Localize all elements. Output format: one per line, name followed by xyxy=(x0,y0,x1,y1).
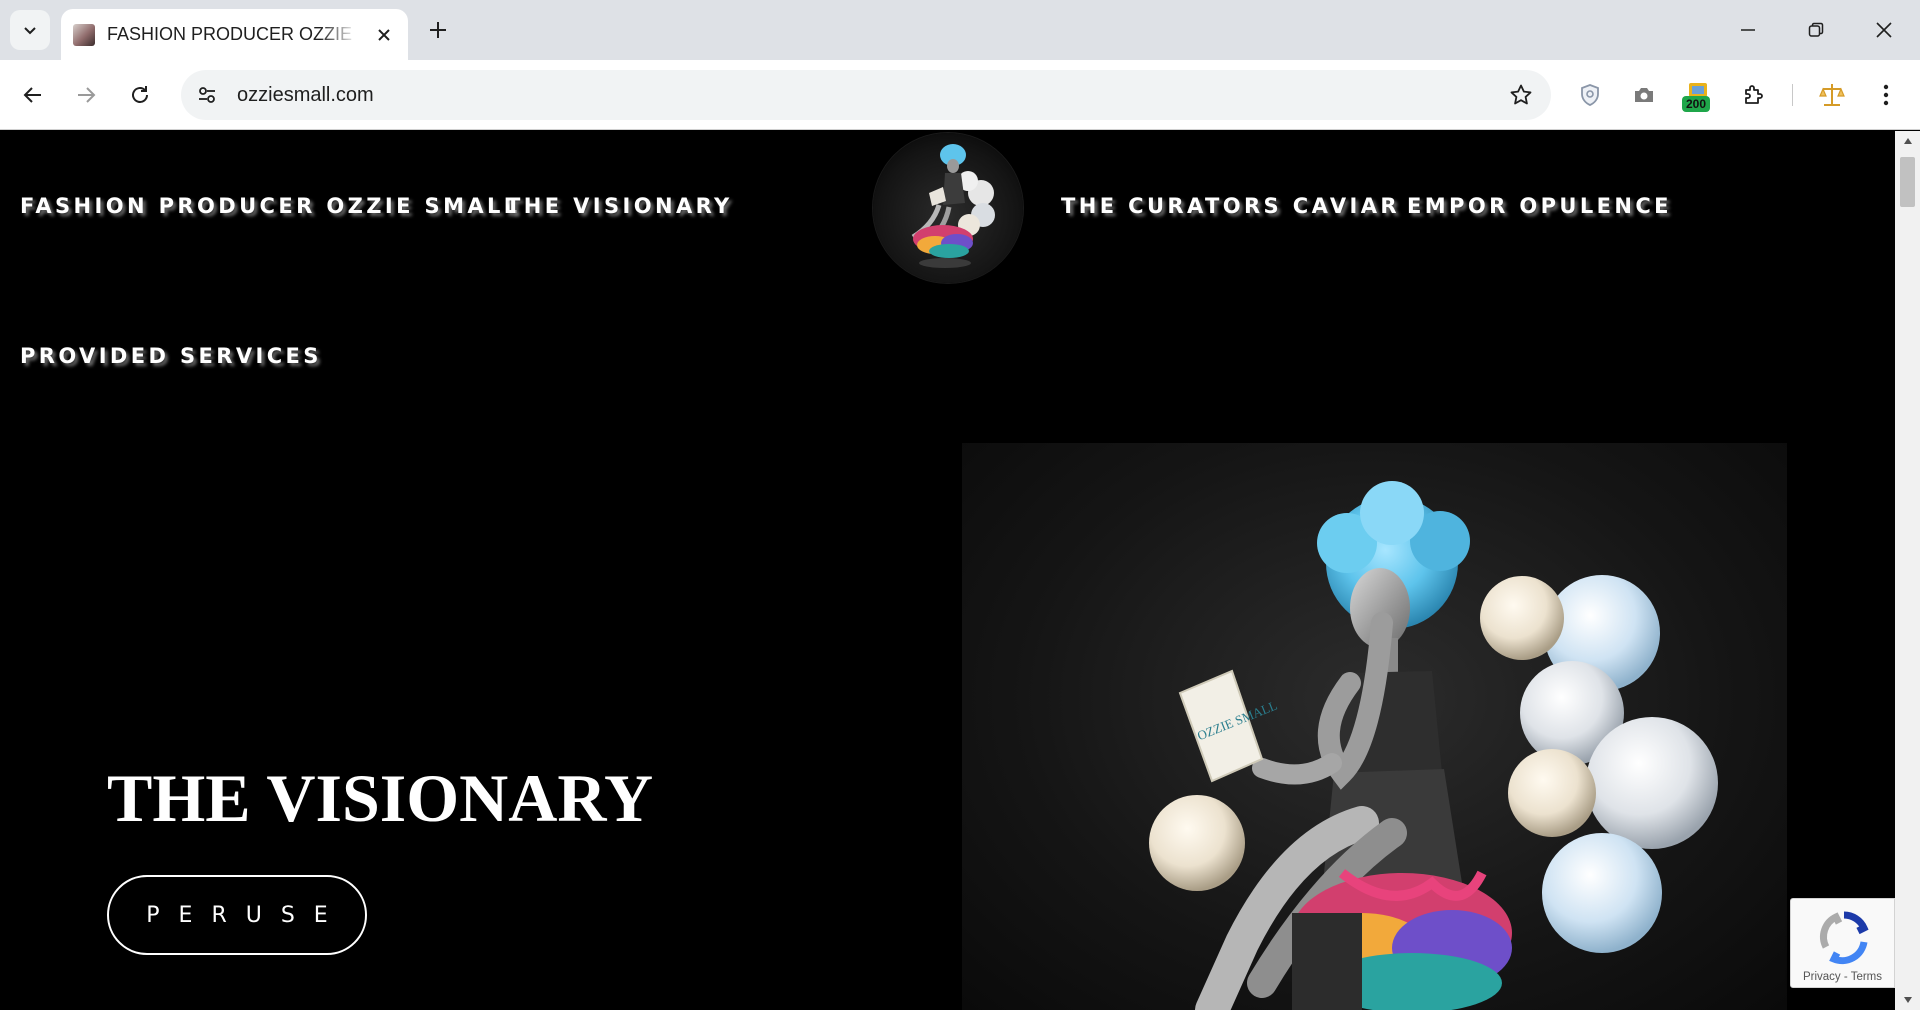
scroll-up-button[interactable] xyxy=(1895,131,1920,151)
page-scrollbar[interactable] xyxy=(1895,131,1920,1010)
recaptcha-links: Privacy - Terms xyxy=(1791,971,1894,983)
extensions-button[interactable] xyxy=(1734,75,1774,115)
tab-title: FASHION PRODUCER OZZIE SMALL xyxy=(107,24,357,44)
close-icon xyxy=(1876,22,1892,38)
active-tab[interactable]: FASHION PRODUCER OZZIE SMALL xyxy=(61,9,408,60)
puzzle-icon xyxy=(1745,85,1763,104)
bookmark-button[interactable] xyxy=(1505,79,1537,111)
peruse-button[interactable]: PERUSE xyxy=(107,875,367,955)
website-page: FASHION PRODUCER OZZIE SMALL THE VISIONA… xyxy=(0,131,1895,1010)
camera-extension-button[interactable] xyxy=(1624,75,1664,115)
camera-icon xyxy=(1635,88,1653,102)
reload-icon xyxy=(132,86,148,103)
logo-figure-image xyxy=(911,144,995,268)
tab-close-button[interactable] xyxy=(372,23,396,47)
scrollbar-thumb[interactable] xyxy=(1900,157,1915,207)
arrow-left-icon xyxy=(23,87,41,103)
site-favicon-icon xyxy=(73,23,95,46)
site-info-button[interactable] xyxy=(187,75,227,115)
kebab-menu-icon xyxy=(1883,84,1889,106)
nav-link-provided-services[interactable]: PROVIDED SERVICES xyxy=(20,344,322,368)
toolbar-divider xyxy=(1792,84,1793,106)
shield-icon xyxy=(1581,84,1599,106)
shield-extension-button[interactable] xyxy=(1570,75,1610,115)
triangle-up-icon xyxy=(1903,138,1912,144)
restore-button[interactable] xyxy=(1782,0,1850,60)
recaptcha-privacy-link[interactable]: Privacy xyxy=(1803,971,1841,983)
recaptcha-badge[interactable]: Privacy - Terms xyxy=(1790,898,1895,988)
close-icon xyxy=(378,28,390,41)
counter-extension-button[interactable]: 200 xyxy=(1678,75,1718,115)
plus-icon xyxy=(430,22,446,38)
scales-icon xyxy=(1819,84,1845,106)
browser-toolbar: ozziesmall.com 200 xyxy=(0,60,1920,130)
nav-link-empor-opulence[interactable]: EMPOR OPULENCE xyxy=(1407,194,1672,218)
hero-title: THE VISIONARY xyxy=(107,760,654,836)
star-icon xyxy=(1510,84,1532,105)
new-tab-button[interactable] xyxy=(420,12,456,48)
back-button[interactable] xyxy=(13,75,53,115)
address-bar[interactable]: ozziesmall.com xyxy=(181,70,1551,120)
site-logo[interactable] xyxy=(873,133,1023,283)
nav-link-fashion-producer[interactable]: FASHION PRODUCER OZZIE SMALL xyxy=(20,194,521,218)
recaptcha-link-separator: - xyxy=(1840,971,1851,983)
triangle-down-icon xyxy=(1903,997,1912,1003)
minimize-icon xyxy=(1741,29,1755,31)
hero-image: OZZIE SMALL xyxy=(962,443,1787,1010)
tab-search-button[interactable] xyxy=(10,10,50,50)
arrow-right-icon xyxy=(78,87,96,103)
browser-menu-button[interactable] xyxy=(1866,75,1906,115)
extension-badge: 200 xyxy=(1682,96,1711,112)
recaptcha-icon xyxy=(1820,911,1869,965)
fashion-figure-illustration: OZZIE SMALL xyxy=(1149,481,1718,1010)
reload-button[interactable] xyxy=(120,75,160,115)
nav-link-curators-caviar[interactable]: THE CURATORS CAVIAR xyxy=(1061,194,1400,218)
nav-link-the-visionary[interactable]: THE VISIONARY xyxy=(506,194,733,218)
chevron-down-icon xyxy=(24,27,36,35)
tune-icon xyxy=(199,87,215,103)
restore-icon xyxy=(1808,22,1824,37)
scroll-down-button[interactable] xyxy=(1895,990,1920,1010)
tab-strip: FASHION PRODUCER OZZIE SMALL xyxy=(0,0,1920,60)
recaptcha-terms-link[interactable]: Terms xyxy=(1851,971,1882,983)
forward-button[interactable] xyxy=(66,75,106,115)
close-window-button[interactable] xyxy=(1850,0,1918,60)
url-text[interactable]: ozziesmall.com xyxy=(237,84,374,107)
minimize-button[interactable] xyxy=(1714,0,1782,60)
scales-extension-button[interactable] xyxy=(1812,75,1852,115)
